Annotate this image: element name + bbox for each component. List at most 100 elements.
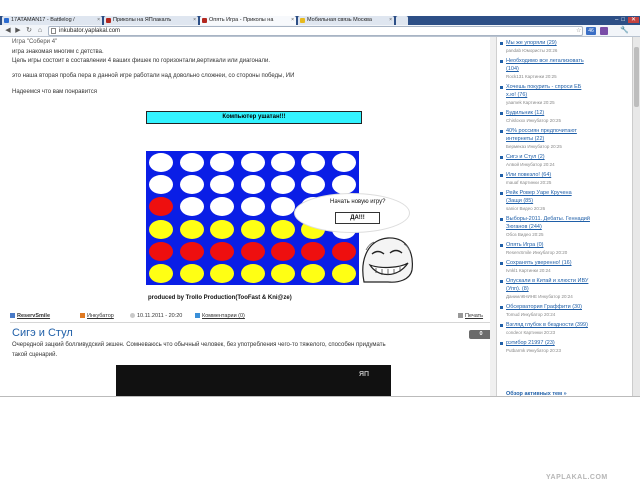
tab-game[interactable]: Опять Игра - Приколы на × (200, 16, 296, 25)
sidebar-topic-link[interactable]: х.ю! (76) (506, 92, 527, 98)
bullet-icon (500, 156, 503, 159)
board-disc-white[interactable] (301, 175, 326, 194)
board-disc-yellow[interactable] (301, 264, 326, 284)
sidebar-topic-link[interactable]: 40% россиян предпочитают (506, 128, 577, 134)
maximize-icon[interactable]: □ (621, 17, 628, 23)
page-icon (51, 28, 56, 34)
board-disc-white[interactable] (149, 175, 174, 194)
sidebar-topic-link[interactable]: Хочешь покурить - спроси ЕБ (506, 84, 581, 90)
print-link[interactable]: Печать (458, 312, 483, 321)
wrench-icon[interactable]: 🔧 (620, 26, 629, 34)
board-disc-yellow[interactable] (179, 264, 204, 284)
new-tab-button[interactable] (396, 16, 408, 25)
board-disc-white[interactable] (179, 175, 204, 194)
tab-yaplakal[interactable]: Приколы на ЯПлакалъ × (104, 16, 198, 25)
post-comments-link[interactable]: Комментарии (0) (195, 312, 245, 321)
board-disc-red[interactable] (301, 242, 326, 261)
board-disc-white[interactable] (331, 152, 356, 172)
bullet-icon (500, 342, 503, 345)
post-title-link[interactable]: Сигэ и Стул (12, 327, 73, 339)
board-disc-yellow[interactable] (149, 219, 174, 239)
board-disc-yellow[interactable] (149, 264, 174, 284)
board-disc-red[interactable] (149, 197, 174, 217)
close-tab-icon[interactable]: × (193, 16, 196, 25)
sidebar-topic-link[interactable]: Зюганов (244) (506, 224, 542, 230)
sidebar-topic-link[interactable]: (Защи (85) (506, 198, 533, 204)
sidebar-topic-link[interactable]: Сигэ и Стул (2) (506, 154, 545, 160)
board-disc-white[interactable] (210, 152, 235, 172)
board-disc-white[interactable] (270, 197, 295, 217)
close-tab-icon[interactable]: × (291, 16, 294, 25)
sidebar-topic-link[interactable]: (104) (506, 66, 519, 72)
board-disc-yellow[interactable] (210, 264, 235, 284)
board-disc-red[interactable] (210, 242, 235, 261)
scrollbar-thumb[interactable] (634, 47, 639, 107)
board-disc-red[interactable] (179, 242, 204, 261)
sidebar-topic-link[interactable]: Взгляд глубок в бездности (399) (506, 322, 588, 328)
sidebar-topic-link[interactable]: Обсерватория Граффити (30) (506, 304, 582, 310)
sidebar-topic-link[interactable]: Или повезло! (64) (506, 172, 551, 178)
new-game-yes-button[interactable]: ДА!!! (335, 212, 380, 224)
tab-mobile[interactable]: Мобильная связь Москва × (298, 16, 394, 25)
board-disc-white[interactable] (331, 175, 356, 194)
board-disc-white[interactable] (240, 152, 265, 172)
sidebar-topic-link[interactable]: Выборы-2011. Дебаты. Геннадий (506, 216, 590, 222)
sidebar-topic-link[interactable]: (Упп). (8) (506, 286, 529, 292)
board-disc-red[interactable] (331, 242, 356, 261)
tab-battlelog[interactable]: 17ATAMAN17 - Battlelog / × (2, 16, 102, 25)
back-icon[interactable]: ◀ (4, 27, 12, 35)
sidebar-topic-link[interactable]: Рейк Ровер Уаре Кручена (506, 190, 572, 196)
post-section[interactable]: Инкубатор (80, 312, 114, 321)
main-scrollbar[interactable] (490, 37, 496, 396)
board-disc-yellow[interactable] (331, 264, 356, 284)
close-tab-icon[interactable]: × (97, 16, 100, 25)
bullet-icon (500, 174, 503, 177)
board-disc-yellow[interactable] (179, 219, 204, 239)
video-player[interactable] (116, 365, 391, 396)
home-icon[interactable]: ⌂ (36, 27, 44, 35)
board-disc-red[interactable] (270, 242, 295, 261)
sidebar-topic-link[interactable]: Сохранять уверенно! (16) (506, 260, 572, 266)
sidebar-topic-link[interactable]: Необходимо все легализовать (506, 58, 584, 64)
sidebar-topic-meta: Rock131 Картинки 20:25 (506, 74, 557, 79)
browser-toolbar: ◀ ▶ ↻ ⌂ inkubator.yaplakal.com ☆ 46 🔧 (0, 25, 640, 37)
board-disc-yellow[interactable] (270, 264, 295, 284)
forward-icon[interactable]: ▶ (14, 27, 22, 35)
reload-icon[interactable]: ↻ (25, 27, 33, 35)
bullet-icon (500, 218, 503, 221)
board-disc-white[interactable] (270, 175, 295, 194)
sidebar-topic-meta: Putbarmk Инкубатор 20:23 (506, 348, 561, 353)
board-disc-white[interactable] (240, 197, 265, 217)
board-disc-white[interactable] (179, 152, 204, 172)
board-disc-white[interactable] (240, 175, 265, 194)
post-author[interactable]: ReservSmile (10, 312, 50, 321)
post-datetime: 10.11.2011 - 20:20 (130, 312, 182, 321)
board-disc-yellow[interactable] (210, 219, 235, 239)
board-disc-yellow[interactable] (270, 219, 295, 239)
board-disc-white[interactable] (149, 152, 174, 172)
board-disc-white[interactable] (210, 175, 235, 194)
board-disc-red[interactable] (149, 242, 174, 261)
sidebar-topic-link[interactable]: интернеты (22) (506, 136, 544, 142)
sidebar-topic-link[interactable]: Опускали в Китай и хлюсти ИВУ (506, 278, 588, 284)
yaplakal-icon (106, 18, 111, 23)
address-bar[interactable]: inkubator.yaplakal.com (48, 26, 583, 36)
sidebar-topic-link[interactable]: Мы же упоряли (29) (506, 40, 557, 46)
extension-badge[interactable]: 46 (586, 27, 596, 35)
bookmark-star-icon[interactable]: ☆ (576, 27, 581, 34)
sidebar-topic-link[interactable]: Опять Игра (0) (506, 242, 543, 248)
board-disc-white[interactable] (179, 197, 204, 217)
sidebar-topic-link[interactable]: Будильник (12) (506, 110, 544, 116)
board-disc-red[interactable] (240, 242, 265, 261)
board-disc-white[interactable] (301, 152, 326, 172)
sidebar-topic-link[interactable]: рэтибор 21997 (23) (506, 340, 555, 346)
board-disc-yellow[interactable] (240, 219, 265, 239)
extension-icon[interactable] (600, 27, 608, 35)
window-bottom-edge (0, 396, 640, 397)
board-disc-white[interactable] (270, 152, 295, 172)
close-window-icon[interactable]: ✕ (627, 17, 639, 23)
board-disc-white[interactable] (210, 197, 235, 217)
board-disc-yellow[interactable] (240, 264, 265, 284)
page-scrollbar[interactable] (632, 37, 640, 396)
close-tab-icon[interactable]: × (389, 16, 392, 25)
